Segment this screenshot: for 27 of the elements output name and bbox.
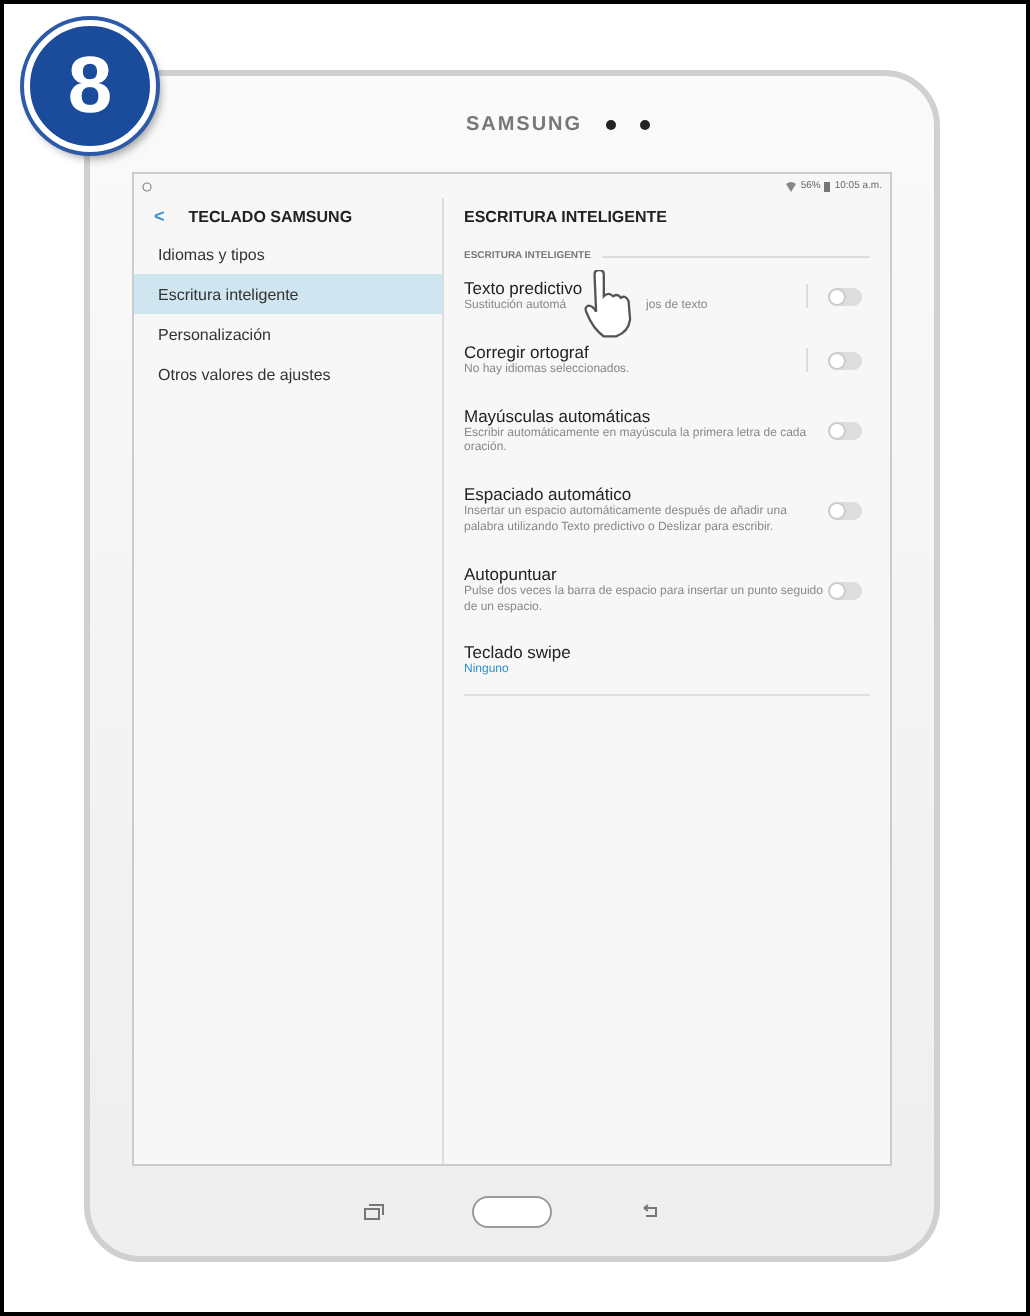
recent-apps-icon[interactable] [364,1203,384,1219]
toggle-switch[interactable] [828,351,862,370]
toggle-switch[interactable] [828,581,862,600]
panel-title: ESCRITURA INTELIGENTE [464,207,667,225]
panel-title: TECLADO SAMSUNG [188,207,353,225]
step-badge: 8 [24,20,156,152]
setting-title: Texto predictivo [464,278,585,298]
back-icon[interactable] [640,1203,660,1219]
alert-icon [142,181,152,191]
toggle-switch[interactable] [828,422,862,441]
menu-item[interactable]: Otros valores de ajustes [134,354,442,394]
menu-item[interactable]: Personalización [134,314,442,354]
setting-title: Espaciado automático [464,484,634,505]
toggle-switch[interactable] [828,501,862,520]
setting-title: Mayúsculas automáticas [464,405,653,426]
sensor-dot [640,119,651,129]
home-button[interactable] [472,1195,552,1227]
setting-title: Autopuntuar [464,563,559,584]
battery-icon [824,181,831,191]
menu-item[interactable]: Escritura inteligente [134,274,442,314]
camera-dot [606,119,617,129]
setting-title: Teclado swipe [464,642,573,663]
wifi-icon [786,181,797,191]
menu-item[interactable]: Idiomas y tipos [134,234,442,274]
brand-logo: SAMSUNG [465,113,583,135]
setting-title: Corregir ortograf [464,341,591,362]
toggle-switch[interactable] [828,287,862,306]
